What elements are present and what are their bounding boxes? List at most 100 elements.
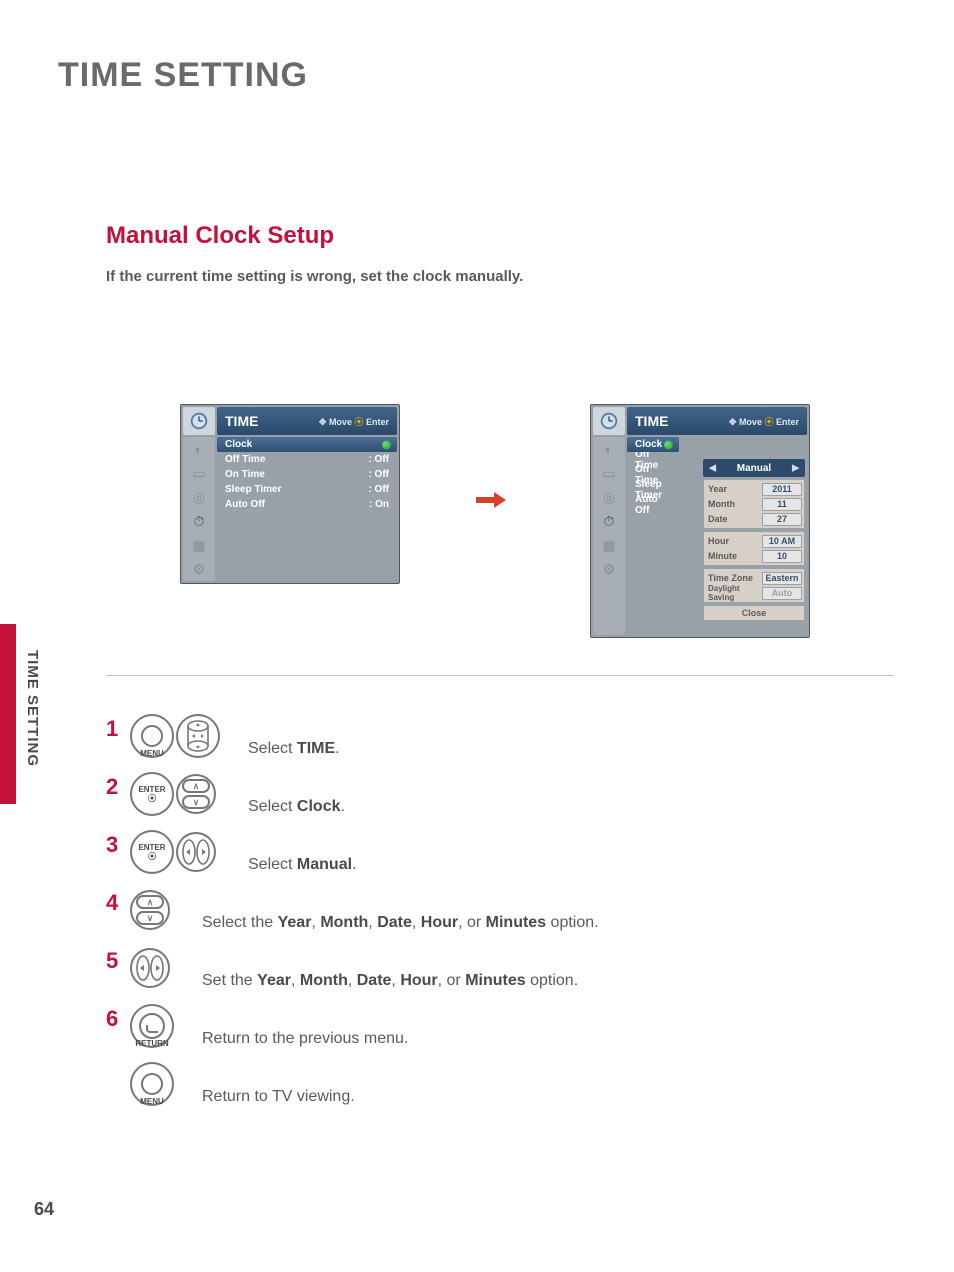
step-4: 4 ∧∨ Select the Year, Month, Date, Hour,…	[106, 884, 894, 936]
osd-row[interactable]: Clock	[217, 437, 397, 452]
step-text: Set the Year, Month, Date, Hour, or Minu…	[202, 972, 578, 990]
minute-value[interactable]: 10	[762, 550, 802, 563]
step-number: 2	[106, 774, 124, 800]
triangle-right-icon[interactable]: ▶	[792, 463, 799, 474]
osd-row[interactable]: Sleep TimerOff	[217, 482, 397, 497]
osd-title: TIME	[635, 413, 668, 429]
hour-label: Hour	[706, 536, 762, 546]
dst-label: Daylight Saving	[706, 584, 762, 602]
intro-text: If the current time setting is wrong, se…	[106, 268, 523, 285]
tz-label: Time Zone	[706, 573, 762, 583]
side-tab	[0, 624, 16, 804]
page-number: 64	[34, 1199, 54, 1220]
osd-title: TIME	[225, 413, 258, 429]
section-title: Manual Clock Setup	[106, 222, 334, 250]
osd-row[interactable]: Clock	[627, 437, 679, 452]
cat-icon: ◐	[593, 437, 625, 461]
step-1: 1 MENU Select TIME.	[106, 710, 894, 762]
leftright-icon	[130, 948, 170, 988]
cat-icon: ◐	[183, 437, 215, 461]
cat-icon: ⚙	[183, 557, 215, 581]
divider	[106, 675, 894, 676]
osd-row-label: On Time	[225, 469, 265, 480]
month-label: Month	[706, 499, 762, 509]
menu-button-icon: MENU	[130, 714, 174, 758]
month-value[interactable]: 11	[762, 498, 802, 511]
clock-mode-value: Manual	[737, 463, 771, 474]
cat-icon: ⏱	[183, 509, 215, 533]
osd-header: TIME ✥ Move ⦿ Enter	[627, 407, 807, 435]
step-number: 4	[106, 890, 124, 916]
step-text: Select the Year, Month, Date, Hour, or M…	[202, 914, 599, 932]
osd-body-right: ClockOff TimeOn TimeSleep TimerAuto Off	[627, 437, 679, 512]
cat-icon: ◎	[183, 485, 215, 509]
cat-icon: ⚙	[593, 557, 625, 581]
clock-icon	[183, 407, 215, 435]
osd-row-label: Clock	[225, 439, 252, 450]
osd-category-sidebar: ◐ ▭ ◎ ⏱ ▦ ⚙	[183, 437, 215, 581]
step-text: Return to the previous menu.	[202, 1030, 408, 1048]
clock-detail-pane: ◀ Manual ▶ Year 2011 Month11 Date 27 Hou…	[703, 459, 805, 621]
cat-icon: ▭	[593, 461, 625, 485]
osd-row-label: Auto Off	[635, 494, 671, 516]
date-label: Date	[706, 514, 762, 524]
clock-mode-selector[interactable]: ◀ Manual ▶	[703, 459, 805, 477]
osd-row-value: Off	[368, 484, 389, 495]
updown-icon: ∧∨	[176, 774, 216, 814]
year-label: Year	[706, 484, 762, 494]
osd-row[interactable]: Off Time Off	[217, 452, 397, 467]
step-text: Select Clock.	[248, 798, 345, 816]
arrow-right-icon	[476, 490, 506, 510]
menu-button-icon: MENU	[130, 1062, 174, 1106]
date-value[interactable]: 27	[762, 513, 802, 526]
step-number: 3	[106, 832, 124, 858]
step-6: 6 RETURN Return to the previous menu.	[106, 1000, 894, 1052]
osd-row-value: Off	[368, 469, 389, 480]
cat-icon: ⏱	[593, 509, 625, 533]
triangle-left-icon[interactable]: ◀	[709, 463, 716, 474]
dst-value[interactable]: Auto	[762, 587, 802, 600]
page-title: TIME SETTING	[58, 56, 308, 95]
zone-fields: Time Zone Eastern Daylight SavingAuto	[703, 568, 805, 603]
hour-value[interactable]: 10 AM	[762, 535, 802, 548]
cat-icon: ▦	[593, 533, 625, 557]
year-value[interactable]: 2011	[762, 483, 802, 496]
step-text: Return to TV viewing.	[202, 1088, 355, 1106]
step-2: 2 ENTER⦿ ∧∨ Select Clock.	[106, 768, 894, 820]
step-5: 5 Set the Year, Month, Date, Hour, or Mi…	[106, 942, 894, 994]
close-button[interactable]: Close	[703, 605, 805, 621]
enter-button-icon: ENTER⦿	[130, 830, 174, 874]
osd-row[interactable]: Auto Off	[627, 497, 679, 512]
updown-icon: ∧∨	[130, 890, 170, 930]
tz-value[interactable]: Eastern	[762, 572, 802, 585]
osd-row[interactable]: On Time Off	[217, 467, 397, 482]
step-7: MENU Return to TV viewing.	[106, 1058, 894, 1110]
cat-icon: ▭	[183, 461, 215, 485]
osd-panel-right: TIME ✥ Move ⦿ Enter ◐ ▭ ◎ ⏱ ▦ ⚙ ClockOff…	[590, 404, 810, 638]
osd-row[interactable]: Auto OffOn	[217, 497, 397, 512]
step-3: 3 ENTER⦿ Select Manual.	[106, 826, 894, 878]
enter-button-icon: ENTER⦿	[130, 772, 174, 816]
step-text: Select TIME.	[248, 740, 340, 758]
steps-list: 1 MENU Select TIME. 2 ENTER⦿ ∧∨ Select C…	[106, 710, 894, 1116]
osd-panel-left: TIME ✥ Move ⦿ Enter ◐ ▭ ◎ ⏱ ▦ ⚙ Clock Off…	[180, 404, 400, 584]
time-fields: Hour 10 AM Minute10	[703, 531, 805, 566]
date-fields: Year 2011 Month11 Date 27	[703, 479, 805, 529]
osd-category-sidebar: ◐ ▭ ◎ ⏱ ▦ ⚙	[593, 437, 625, 635]
side-tab-label: TIME SETTING	[24, 650, 41, 767]
step-text: Select Manual.	[248, 856, 357, 874]
cat-icon: ◎	[593, 485, 625, 509]
osd-row-label: Auto Off	[225, 499, 265, 510]
osd-header: TIME ✥ Move ⦿ Enter	[217, 407, 397, 435]
dpad-icon	[176, 714, 220, 758]
cat-icon: ▦	[183, 533, 215, 557]
osd-body-left: ClockOff TimeOffOn TimeOffSleep TimerOff…	[217, 437, 397, 512]
leftright-icon	[176, 832, 216, 872]
minute-label: Minute	[706, 551, 762, 561]
osd-hints: ✥ Move ⦿ Enter	[319, 415, 389, 428]
return-button-icon: RETURN	[130, 1004, 174, 1048]
osd-row-value: Off	[368, 454, 389, 465]
clock-icon	[593, 407, 625, 435]
osd-row-label: Clock	[635, 439, 662, 450]
osd-row-label: Off Time	[225, 454, 265, 465]
